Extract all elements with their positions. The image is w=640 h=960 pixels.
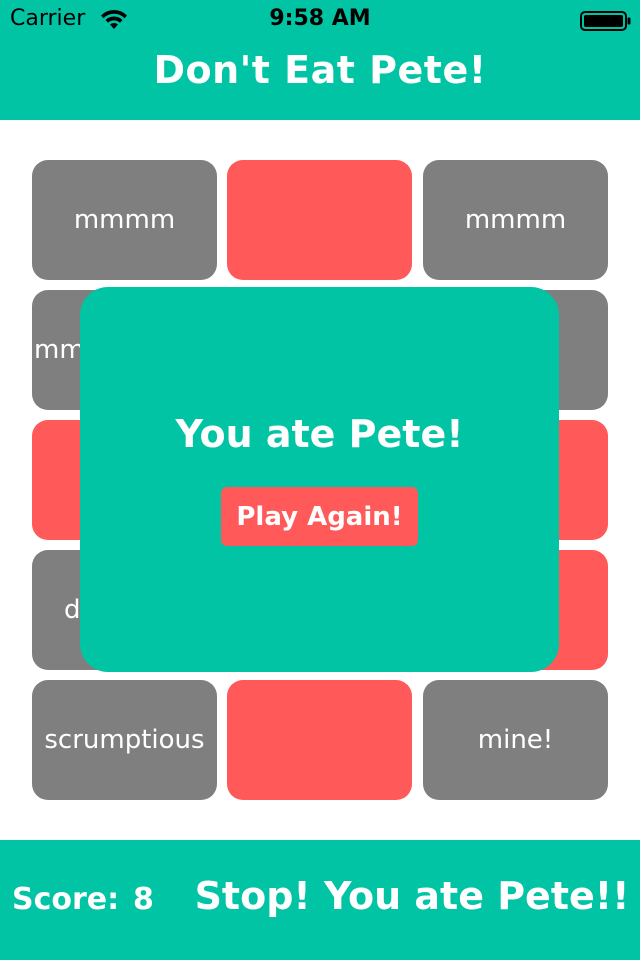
game-over-modal: You ate Pete! Play Again! — [80, 287, 559, 672]
app-screen: Carrier 9:58 AM Don't Eat Pete! mmmm mmmm… — [0, 0, 640, 960]
tile-r5-c1[interactable]: scrumptious — [32, 680, 217, 800]
modal-title: You ate Pete! — [175, 412, 464, 456]
tile-r5-c3[interactable]: mine! — [423, 680, 608, 800]
app-title: Don't Eat Pete! — [153, 48, 487, 92]
battery-icon — [580, 11, 631, 31]
status-bar: Carrier 9:58 AM — [0, 0, 640, 40]
score-label: Score: — [12, 882, 120, 917]
footer-message: Stop! You ate Pete!! — [194, 874, 630, 918]
play-again-button[interactable]: Play Again! — [221, 487, 418, 546]
footer-bar: Score: 8 Stop! You ate Pete!! — [0, 840, 640, 960]
score-value: 8 — [133, 882, 154, 917]
tile-r1-c1[interactable]: mmmm — [32, 160, 217, 280]
status-time: 9:58 AM — [269, 6, 371, 31]
tile-r1-c3[interactable]: mmmm — [423, 160, 608, 280]
header-bar: Carrier 9:58 AM Don't Eat Pete! — [0, 0, 640, 120]
tile-r1-c2[interactable] — [227, 160, 412, 280]
tile-r5-c2[interactable] — [227, 680, 412, 800]
